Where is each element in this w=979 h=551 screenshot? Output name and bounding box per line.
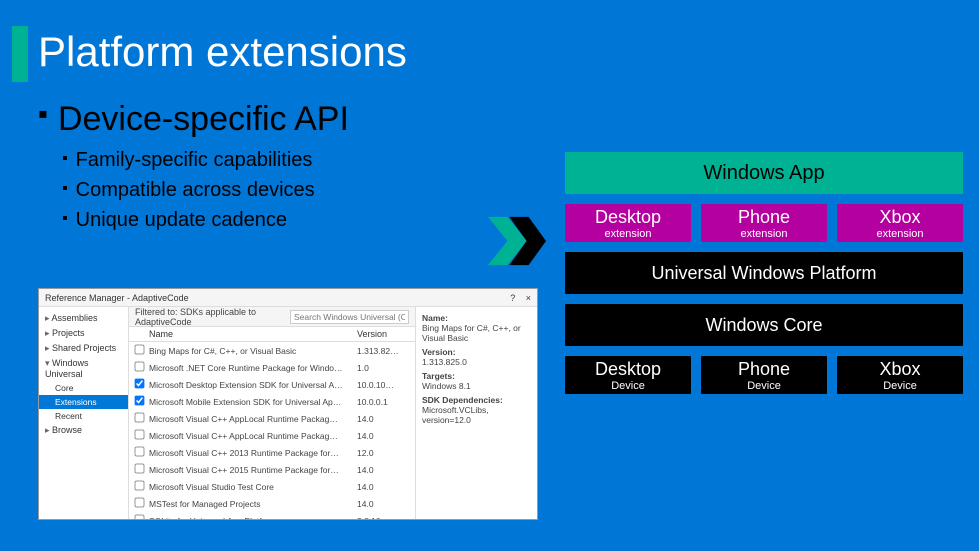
row-checkbox[interactable] bbox=[135, 396, 145, 406]
table-row[interactable]: Microsoft Visual C++ 2013 Runtime Packag… bbox=[129, 444, 415, 461]
table-row[interactable]: Microsoft Visual Studio Test Core14.0 bbox=[129, 478, 415, 495]
col-name[interactable]: Name bbox=[149, 329, 357, 339]
nav-assemblies[interactable]: Assemblies bbox=[39, 311, 128, 326]
windows-core-box: Windows Core bbox=[565, 304, 963, 346]
bullet-item: Family-specific capabilities bbox=[76, 145, 313, 175]
search-input[interactable] bbox=[290, 310, 409, 324]
chevron-right-icon bbox=[488, 216, 546, 271]
row-checkbox[interactable] bbox=[135, 430, 145, 440]
dev-xbox-box: XboxDevice bbox=[837, 356, 963, 394]
dialog-title: Reference Manager - AdaptiveCode bbox=[45, 293, 189, 303]
row-version: 1.0 bbox=[357, 363, 411, 373]
row-checkbox[interactable] bbox=[135, 515, 145, 519]
dev-phone-box: PhoneDevice bbox=[701, 356, 827, 394]
row-version: 12.0 bbox=[357, 448, 411, 458]
row-version: 10.0.0.1 bbox=[357, 397, 411, 407]
ext-xbox-box: Xboxextension bbox=[837, 204, 963, 242]
row-checkbox[interactable] bbox=[135, 345, 145, 355]
row-version: 3.8.10 bbox=[357, 516, 411, 520]
ext-phone-box: Phoneextension bbox=[701, 204, 827, 242]
row-version: 14.0 bbox=[357, 431, 411, 441]
close-icon[interactable]: × bbox=[526, 293, 531, 303]
row-version: 1.313.82… bbox=[357, 346, 411, 356]
nav-extensions[interactable]: Extensions bbox=[39, 395, 128, 409]
filter-label: Filtered to: SDKs applicable to Adaptive… bbox=[135, 307, 290, 327]
row-name: Microsoft Visual C++ 2013 Runtime Packag… bbox=[149, 448, 357, 458]
table-row[interactable]: Microsoft Desktop Extension SDK for Univ… bbox=[129, 376, 415, 393]
table-row[interactable]: Microsoft Visual C++ AppLocal Runtime Pa… bbox=[129, 410, 415, 427]
row-checkbox[interactable] bbox=[135, 379, 145, 389]
details-pane: Name: Bing Maps for C#, C++, or Visual B… bbox=[415, 307, 537, 519]
table-row[interactable]: Microsoft Visual C++ 2015 Runtime Packag… bbox=[129, 461, 415, 478]
row-name: Microsoft Visual C++ AppLocal Runtime Pa… bbox=[149, 431, 357, 441]
table-row[interactable]: Microsoft Mobile Extension SDK for Unive… bbox=[129, 393, 415, 410]
row-name: Microsoft Mobile Extension SDK for Unive… bbox=[149, 397, 357, 407]
row-version: 14.0 bbox=[357, 414, 411, 424]
nav-tree: Assemblies Projects Shared Projects Wind… bbox=[39, 307, 129, 519]
table-row[interactable]: Bing Maps for C#, C++, or Visual Basic1.… bbox=[129, 342, 415, 359]
row-name: MSTest for Managed Projects bbox=[149, 499, 357, 509]
platform-stack: Windows App Desktopextension Phoneextens… bbox=[565, 152, 963, 394]
row-checkbox[interactable] bbox=[135, 498, 145, 508]
row-checkbox[interactable] bbox=[135, 447, 145, 457]
row-name: Microsoft .NET Core Runtime Package for … bbox=[149, 363, 357, 373]
nav-browse[interactable]: Browse bbox=[39, 423, 128, 438]
nav-winuniversal[interactable]: Windows Universal bbox=[39, 356, 128, 381]
reference-manager-dialog: Reference Manager - AdaptiveCode ? × Ass… bbox=[38, 288, 538, 520]
row-version: 14.0 bbox=[357, 465, 411, 475]
col-version[interactable]: Version bbox=[357, 329, 411, 339]
row-name: Microsoft Visual C++ 2015 Runtime Packag… bbox=[149, 465, 357, 475]
sdk-list: Bing Maps for C#, C++, or Visual Basic1.… bbox=[129, 342, 415, 519]
bullet-item: Unique update cadence bbox=[76, 205, 287, 235]
slide-title: Platform extensions bbox=[38, 28, 407, 76]
help-icon[interactable]: ? bbox=[510, 293, 515, 303]
row-version: 14.0 bbox=[357, 499, 411, 509]
nav-projects[interactable]: Projects bbox=[39, 326, 128, 341]
nav-core[interactable]: Core bbox=[39, 381, 128, 395]
nav-shared[interactable]: Shared Projects bbox=[39, 341, 128, 356]
row-checkbox[interactable] bbox=[135, 481, 145, 491]
row-version: 10.0.10… bbox=[357, 380, 411, 390]
row-name: Microsoft Visual Studio Test Core bbox=[149, 482, 357, 492]
row-name: Bing Maps for C#, C++, or Visual Basic bbox=[149, 346, 357, 356]
table-row[interactable]: SQLite for Universal App Platform3.8.10 bbox=[129, 512, 415, 519]
table-row[interactable]: MSTest for Managed Projects14.0 bbox=[129, 495, 415, 512]
row-checkbox[interactable] bbox=[135, 413, 145, 423]
windows-app-box: Windows App bbox=[565, 152, 963, 194]
accent-square bbox=[12, 26, 28, 82]
ext-desktop-box: Desktopextension bbox=[565, 204, 691, 242]
bullet-item: Compatible across devices bbox=[76, 175, 315, 205]
row-version: 14.0 bbox=[357, 482, 411, 492]
dev-desktop-box: DesktopDevice bbox=[565, 356, 691, 394]
row-name: SQLite for Universal App Platform bbox=[149, 516, 357, 520]
subtitle: Device-specific API bbox=[58, 100, 349, 139]
table-row[interactable]: Microsoft .NET Core Runtime Package for … bbox=[129, 359, 415, 376]
row-name: Microsoft Visual C++ AppLocal Runtime Pa… bbox=[149, 414, 357, 424]
table-row[interactable]: Microsoft Visual C++ AppLocal Runtime Pa… bbox=[129, 427, 415, 444]
row-checkbox[interactable] bbox=[135, 464, 145, 474]
subtitle-bullet: ▪ bbox=[38, 100, 48, 128]
row-name: Microsoft Desktop Extension SDK for Univ… bbox=[149, 380, 357, 390]
uwp-box: Universal Windows Platform bbox=[565, 252, 963, 294]
row-checkbox[interactable] bbox=[135, 362, 145, 372]
nav-recent[interactable]: Recent bbox=[39, 409, 128, 423]
